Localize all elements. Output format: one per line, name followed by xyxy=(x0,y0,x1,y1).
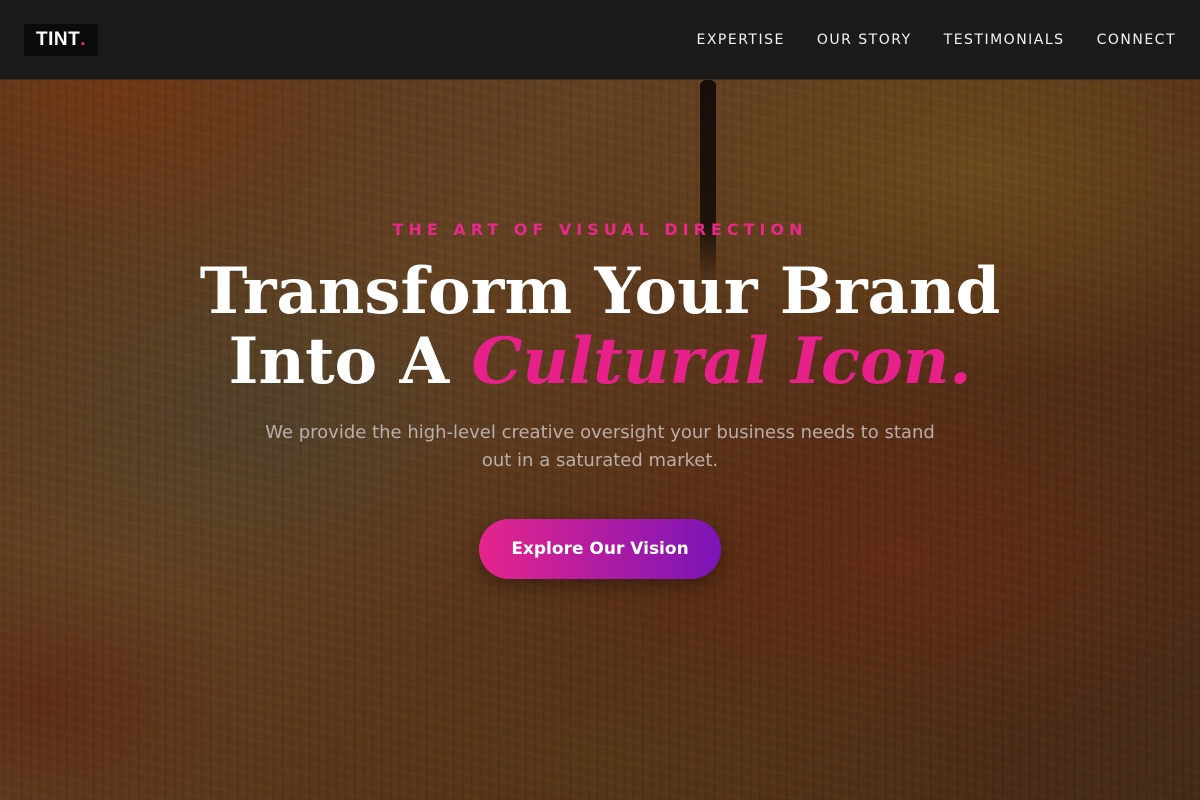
primary-nav: EXPERTISE OUR STORY TESTIMONIALS CONNECT xyxy=(696,32,1176,48)
headline-line-2-plain: Into A xyxy=(228,324,450,399)
hero-section: THE ART OF VISUAL DIRECTION Transform Yo… xyxy=(0,80,1200,800)
hero-subtext: We provide the high-level creative overs… xyxy=(265,422,935,471)
hero-headline: Transform Your Brand Into A Cultural Ico… xyxy=(200,257,1001,397)
nav-item-expertise[interactable]: EXPERTISE xyxy=(696,32,784,48)
logo[interactable]: TINT. xyxy=(24,23,98,56)
nav-item-connect[interactable]: CONNECT xyxy=(1097,32,1176,48)
logo-text: TINT xyxy=(36,28,81,50)
logo-dot: . xyxy=(80,28,86,50)
landing-page: TINT. EXPERTISE OUR STORY TESTIMONIALS C… xyxy=(0,0,1200,800)
top-navbar: TINT. EXPERTISE OUR STORY TESTIMONIALS C… xyxy=(0,0,1200,80)
headline-accent: Cultural Icon. xyxy=(471,324,972,399)
headline-line-1: Transform Your Brand xyxy=(199,254,1001,329)
hero-eyebrow: THE ART OF VISUAL DIRECTION xyxy=(392,220,808,239)
nav-item-our-story[interactable]: OUR STORY xyxy=(817,32,912,48)
nav-item-testimonials[interactable]: TESTIMONIALS xyxy=(944,32,1065,48)
explore-vision-button[interactable]: Explore Our Vision xyxy=(479,519,721,579)
